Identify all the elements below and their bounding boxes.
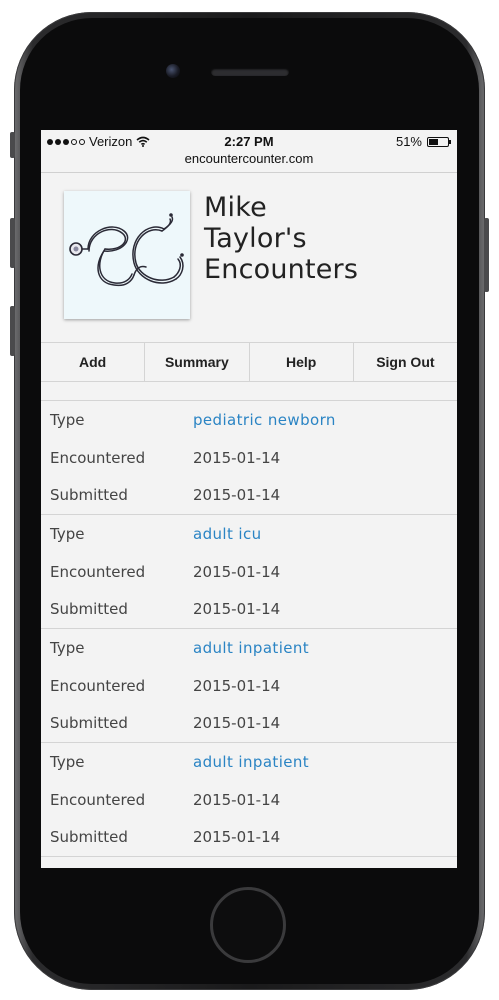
submitted-row: Submitted 2015-01-14 bbox=[41, 486, 457, 506]
submitted-date: 2015-01-14 bbox=[193, 828, 281, 846]
type-label: Type bbox=[50, 411, 85, 429]
type-label: Type bbox=[50, 753, 85, 771]
submitted-row: Submitted 2015-01-14 bbox=[41, 828, 457, 848]
help-button[interactable]: Help bbox=[250, 343, 354, 381]
encountered-date: 2015-01-14 bbox=[193, 563, 281, 581]
submitted-row: Submitted 2015-01-14 bbox=[41, 714, 457, 734]
encountered-row: Encountered 2015-01-14 bbox=[41, 449, 457, 469]
home-button[interactable] bbox=[210, 887, 286, 963]
submitted-label: Submitted bbox=[50, 486, 128, 504]
front-camera bbox=[166, 64, 180, 78]
page-header: Mike Taylor's Encounters bbox=[41, 174, 457, 342]
nav-bar: Add Summary Help Sign Out bbox=[41, 342, 457, 382]
battery-percent: 51% bbox=[395, 134, 422, 149]
title-line-2: Taylor's bbox=[204, 223, 307, 254]
stethoscope-icon bbox=[64, 191, 190, 319]
encountered-row: Encountered 2015-01-14 bbox=[41, 677, 457, 697]
encountered-row: Encountered 2015-01-14 bbox=[41, 791, 457, 811]
submitted-date: 2015-01-14 bbox=[193, 600, 281, 618]
encounter-item: Type adult icu Encountered 2015-01-14 Su… bbox=[41, 515, 457, 629]
type-label: Type bbox=[50, 639, 85, 657]
earpiece-speaker bbox=[211, 68, 289, 76]
encountered-label: Encountered bbox=[50, 449, 146, 467]
type-row: Type adult icu bbox=[41, 525, 457, 545]
encountered-label: Encountered bbox=[50, 563, 146, 581]
title-line-1: Mike bbox=[204, 192, 267, 223]
submitted-row: Submitted 2015-01-14 bbox=[41, 600, 457, 620]
summary-button[interactable]: Summary bbox=[145, 343, 250, 381]
status-right: 51% bbox=[395, 134, 451, 149]
title-line-3: Encounters bbox=[204, 254, 359, 285]
battery-fill bbox=[429, 138, 439, 145]
type-label: Type bbox=[50, 525, 85, 543]
encounter-item: Type pediatric newborn Encountered 2015-… bbox=[41, 401, 457, 515]
type-row: Type pediatric newborn bbox=[41, 411, 457, 431]
type-link[interactable]: pediatric newborn bbox=[193, 411, 336, 429]
type-link[interactable]: adult inpatient bbox=[193, 753, 309, 771]
url-bar[interactable]: encountercounter.com bbox=[41, 151, 457, 173]
page-title: Mike Taylor's Encounters bbox=[204, 192, 444, 285]
submitted-date: 2015-01-14 bbox=[193, 714, 281, 732]
encountered-label: Encountered bbox=[50, 791, 146, 809]
type-row: Type adult inpatient bbox=[41, 639, 457, 659]
screen: Verizon 2:27 PM 51% encountercounter.com bbox=[41, 130, 457, 868]
encountered-date: 2015-01-14 bbox=[193, 791, 281, 809]
submitted-label: Submitted bbox=[50, 828, 128, 846]
volume-up-button bbox=[10, 218, 15, 268]
encounter-item: Type adult inpatient Encountered 2015-01… bbox=[41, 743, 457, 857]
power-button bbox=[484, 218, 489, 292]
status-bar: Verizon 2:27 PM 51% bbox=[41, 130, 457, 152]
encounter-list: Type pediatric newborn Encountered 2015-… bbox=[41, 400, 457, 857]
mute-switch bbox=[10, 132, 15, 158]
volume-down-button bbox=[10, 306, 15, 356]
encounter-item: Type adult inpatient Encountered 2015-01… bbox=[41, 629, 457, 743]
url-text[interactable]: encountercounter.com bbox=[185, 151, 314, 166]
sign-out-button[interactable]: Sign Out bbox=[354, 343, 457, 381]
encountered-date: 2015-01-14 bbox=[193, 677, 281, 695]
submitted-label: Submitted bbox=[50, 600, 128, 618]
encountered-date: 2015-01-14 bbox=[193, 449, 281, 467]
encountered-label: Encountered bbox=[50, 677, 146, 695]
encountered-row: Encountered 2015-01-14 bbox=[41, 563, 457, 583]
add-button[interactable]: Add bbox=[41, 343, 146, 381]
battery-icon bbox=[427, 136, 451, 147]
status-time: 2:27 PM bbox=[224, 134, 274, 149]
submitted-date: 2015-01-14 bbox=[193, 486, 281, 504]
submitted-label: Submitted bbox=[50, 714, 128, 732]
type-row: Type adult inpatient bbox=[41, 753, 457, 773]
type-link[interactable]: adult icu bbox=[193, 525, 262, 543]
type-link[interactable]: adult inpatient bbox=[193, 639, 309, 657]
